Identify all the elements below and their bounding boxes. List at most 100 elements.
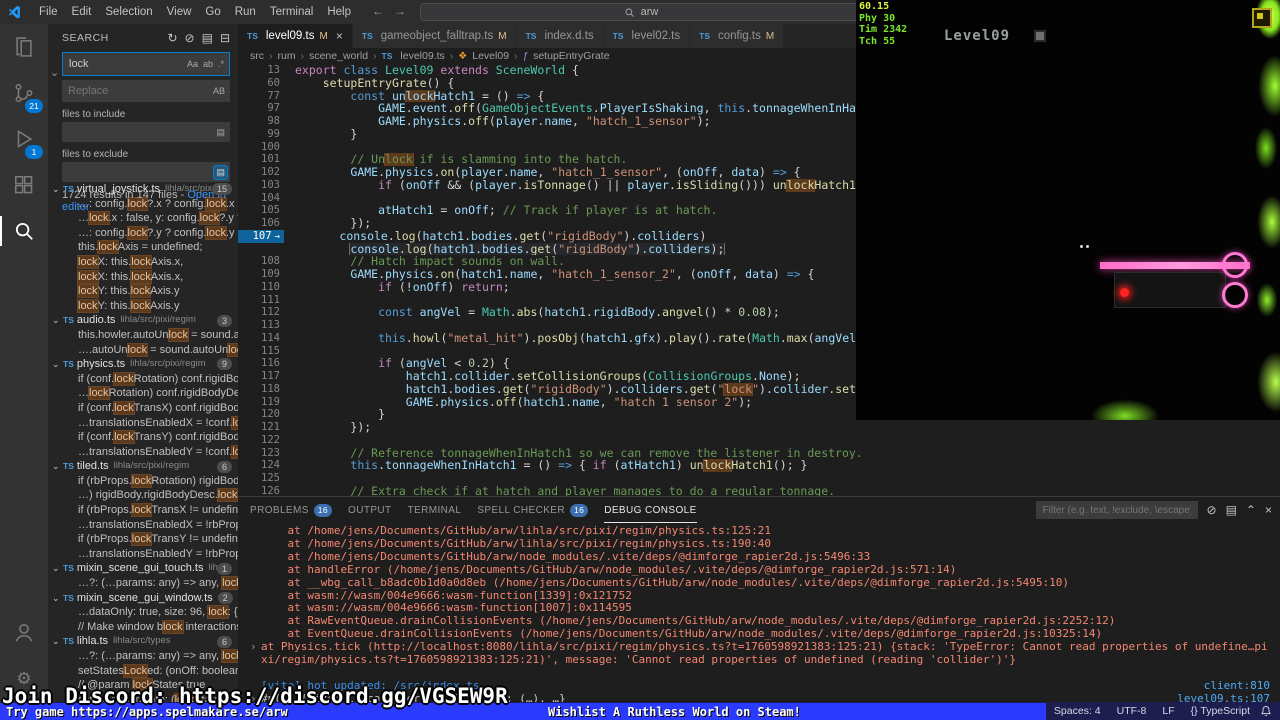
menu-edit[interactable]: Edit — [65, 6, 99, 18]
search-result-match[interactable]: lockX: this.lockAxis.x, — [48, 255, 238, 270]
code-line[interactable]: 125 — [238, 472, 1280, 485]
console-filter-input[interactable] — [1040, 503, 1193, 517]
twisty-icon[interactable]: ⌄ — [52, 634, 63, 649]
twisty-icon[interactable]: ⌄ — [52, 459, 63, 474]
activitybar-accounts[interactable] — [0, 610, 48, 656]
tab-level09.ts[interactable]: TS level09.ts M × — [238, 24, 353, 48]
search-result-match[interactable]: …?: (…params: any) => any, locked?: bool… — [48, 576, 238, 591]
search-result-match[interactable]: if (conf.lockRotation) conf.rigidBodyDes… — [48, 372, 238, 387]
search-result-match[interactable]: if (rbProps.lockTransX != undefined) rig… — [48, 503, 238, 518]
clear-results-icon[interactable]: ⊘ — [185, 31, 195, 45]
search-input-box[interactable]: Aa ab .* — [62, 52, 230, 76]
search-result-match[interactable]: // Make window block interactions from … — [48, 620, 238, 635]
code-line[interactable]: 123 // Reference tonnageWhenInHatch1 so … — [238, 447, 1280, 460]
twisty-icon[interactable]: ⌄ — [52, 561, 63, 576]
clear-console-icon[interactable]: ⊘ — [1207, 503, 1217, 517]
history-back-icon[interactable]: ← — [372, 4, 384, 18]
activitybar-source-control[interactable]: 21 — [0, 70, 48, 116]
breadcrumb-item[interactable]: scene_world — [309, 50, 368, 62]
search-open-editors-icon[interactable]: ▤ — [214, 126, 227, 139]
menu-selection[interactable]: Selection — [98, 6, 159, 18]
breadcrumb-item[interactable]: Level09 — [472, 50, 509, 62]
panel-views-icon[interactable]: ▤ — [1226, 503, 1237, 517]
files-include-box[interactable]: ▤ — [62, 122, 230, 142]
command-center-search[interactable]: arw — [420, 3, 862, 21]
search-result-match[interactable]: ….autoUnlock = sound.autoUnlock; — [48, 343, 238, 358]
search-result-match[interactable]: if (rbProps.lockTransY != undefined) rig… — [48, 532, 238, 547]
status-item[interactable]: LF — [1154, 705, 1182, 717]
search-result-file[interactable]: ⌄TSmixin_scene_gui_window.tslihla/src…2 — [48, 591, 238, 606]
search-result-match[interactable]: lockY: this.lockAxis.y — [48, 284, 238, 299]
breadcrumb-item[interactable]: level09.ts — [400, 50, 444, 62]
preserve-case-icon[interactable]: AB — [211, 85, 227, 97]
match-case-icon[interactable]: Aa — [185, 58, 200, 70]
game-menu-button-icon[interactable] — [1252, 8, 1272, 28]
search-result-match[interactable]: lockX: this.lockAxis.x, — [48, 270, 238, 285]
search-result-file[interactable]: ⌄ TS physics.ts lihla/src/pixi/regim 9 — [48, 357, 238, 372]
tab-index.d.ts[interactable]: TS index.d.ts — [516, 24, 604, 48]
search-result-match[interactable]: …lockRotation) conf.rigidBodyDesc.lockR… — [48, 386, 238, 401]
twisty-icon[interactable]: ⌄ — [52, 313, 63, 328]
tab-level02.ts[interactable]: TS level02.ts — [603, 24, 691, 48]
search-result-file[interactable]: ⌄ TS audio.ts lihla/src/pixi/regim 3 — [48, 313, 238, 328]
console-source-link[interactable]: client:810 — [1192, 679, 1270, 693]
replace-input[interactable] — [65, 85, 210, 97]
search-input[interactable] — [66, 58, 184, 70]
menu-file[interactable]: File — [32, 6, 65, 18]
breadcrumb-item[interactable]: rum — [278, 50, 296, 62]
use-exclude-settings-icon[interactable]: ▤ — [213, 164, 228, 180]
menu-run[interactable]: Run — [228, 6, 263, 18]
status-item[interactable]: UTF-8 — [1109, 705, 1155, 717]
search-result-match[interactable]: if (rbProps.lockRotation) rigidBody.rigi… — [48, 474, 238, 489]
history-forward-icon[interactable]: → — [394, 4, 406, 18]
search-result-match[interactable]: …dataOnly: true, size: 96, lock: { x: tr… — [48, 605, 238, 620]
status-item[interactable]: Spaces: 4 — [1046, 705, 1109, 717]
activitybar-run-and-debug[interactable]: 1 — [0, 116, 48, 162]
breadcrumb-item[interactable]: setupEntryGrate — [533, 50, 609, 62]
notifications-bell-icon[interactable] — [1260, 705, 1272, 717]
debug-console-output[interactable]: at /home/jens/Documents/GitHub/arw/lihla… — [238, 523, 1280, 702]
code-line[interactable]: 122 — [238, 434, 1280, 447]
search-result-match[interactable]: this.lockAxis = undefined; — [48, 240, 238, 255]
search-result-match[interactable]: …translationsEnabledX = !conf.lockTransX… — [48, 416, 238, 431]
panel-tab-problems[interactable]: PROBLEMS 16 — [250, 497, 333, 523]
files-include-input[interactable] — [65, 126, 214, 138]
whole-word-icon[interactable]: ab — [201, 58, 215, 70]
breadcrumb-item[interactable]: src — [250, 50, 264, 62]
search-result-match[interactable]: …?: (…params: any) => any, locked?: bool… — [48, 649, 238, 664]
activitybar-explorer[interactable] — [0, 24, 48, 70]
regex-icon[interactable]: .* — [216, 58, 226, 70]
search-result-file[interactable]: ⌄TSvirtual_joystick.ts lihla/src/pixi/inp… — [48, 182, 238, 197]
panel-tab-spell-checker[interactable]: SPELL CHECKER 16 — [477, 497, 589, 523]
open-search-editor-icon[interactable]: ▤ — [202, 31, 213, 45]
twisty-icon[interactable]: ⌄ — [52, 182, 63, 197]
status-item[interactable]: {} TypeScript — [1183, 705, 1258, 717]
code-line[interactable]: 124 this.tonnageWhenInHatch1 = () => { i… — [238, 459, 1280, 472]
search-result-match[interactable]: lockY: this.lockAxis.y — [48, 299, 238, 314]
twisty-icon[interactable]: ⌄ — [52, 357, 63, 372]
toggle-replace-chevron-icon[interactable]: ⌄ — [50, 66, 59, 79]
search-result-match[interactable]: if (conf.lockTransX) conf.rigidBodyDesc.… — [48, 401, 238, 416]
search-result-match[interactable]: …translationsEnabledX = !rbProps.lockTr… — [48, 518, 238, 533]
twisty-icon[interactable]: ⌄ — [52, 591, 63, 606]
twisty-icon[interactable]: › — [250, 640, 261, 667]
console-filter-box[interactable] — [1035, 501, 1198, 519]
maximize-panel-icon[interactable]: ⌃ — [1246, 503, 1256, 517]
menu-help[interactable]: Help — [320, 6, 358, 18]
close-panel-icon[interactable]: × — [1265, 503, 1272, 517]
refresh-icon[interactable]: ↻ — [167, 31, 177, 45]
search-result-file[interactable]: ⌄ TS lihla.ts lihla/src/types 6 — [48, 634, 238, 649]
search-result-match[interactable]: …: config.lock?.x ? config.lock.x : fals… — [48, 197, 238, 212]
files-exclude-box[interactable]: ▤ — [62, 162, 230, 182]
game-preview-window[interactable]: 60.15 Phy 30 Tim 2342 Tch 55 Level09 — [856, 0, 1280, 420]
menu-terminal[interactable]: Terminal — [263, 6, 320, 18]
tab-gameobject_falltrap.ts[interactable]: TS gameobject_falltrap.ts M — [352, 24, 517, 48]
search-result-match[interactable]: …translationsEnabledY = !rbProps.lockTr… — [48, 547, 238, 562]
search-result-match[interactable]: setStatesLocked: (onOff: boolean = true)… — [48, 664, 238, 679]
search-result-match[interactable]: …) rigidBody.rigidBodyDesc.lockRotation… — [48, 488, 238, 503]
code-line[interactable]: 121 }); — [238, 421, 1280, 434]
close-tab-icon[interactable]: × — [336, 29, 343, 43]
console-source-link[interactable]: level09.ts:107 — [1165, 692, 1270, 702]
menu-go[interactable]: Go — [198, 6, 227, 18]
search-result-match[interactable]: if (conf.lockTransY) conf.rigidBodyDesc.… — [48, 430, 238, 445]
